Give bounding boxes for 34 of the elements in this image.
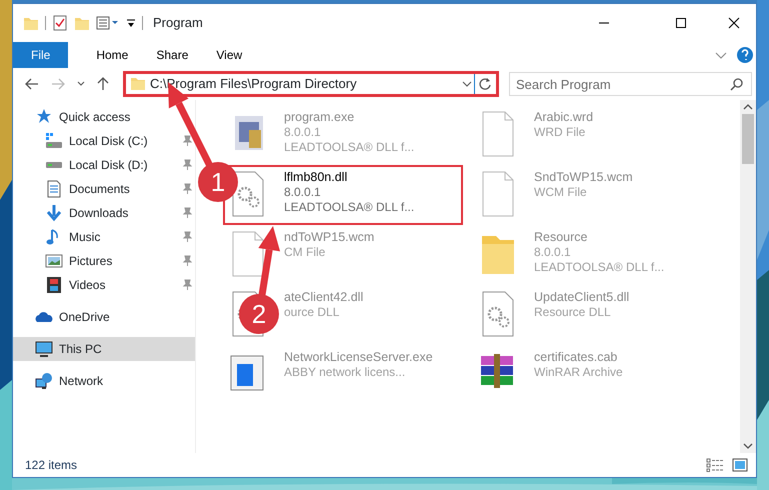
- item-count: 122 items: [25, 457, 78, 474]
- file-detail: CM File: [284, 245, 326, 260]
- nav-item[interactable]: OneDrive: [13, 305, 195, 329]
- file-detail: ource DLL: [284, 305, 340, 320]
- ribbon-tab[interactable]: Share: [142, 42, 202, 68]
- file-detail: LEADTOOLSA® DLL f...: [534, 260, 664, 275]
- file-detail: WinRAR Archive: [534, 365, 623, 380]
- file-detail: 8.0.0.1: [534, 245, 572, 260]
- nav-item[interactable]: Network: [13, 369, 195, 393]
- file-name[interactable]: lflmb80n.dll: [284, 170, 414, 185]
- nav-item[interactable]: Quick access: [13, 105, 195, 129]
- address-path: C:\Program Files\Program Directory: [149, 75, 358, 94]
- nav-item[interactable]: Local Disk (D:): [13, 153, 195, 177]
- file-detail: Resource DLL: [534, 305, 612, 320]
- nav-item[interactable]: Pictures: [13, 249, 195, 273]
- file-detail: 8.0.0.1: [284, 185, 322, 200]
- nav-item[interactable]: Videos: [13, 273, 195, 297]
- ribbon-tab[interactable]: File: [13, 42, 68, 68]
- address-bar[interactable]: C:\Program Files\Program Directory: [123, 71, 499, 97]
- nav-item[interactable]: Music: [13, 225, 195, 249]
- file-detail: ABBY network licens...: [284, 365, 406, 380]
- nav-item[interactable]: Local Disk (C:): [13, 129, 195, 153]
- file-detail: 8.0.0.1: [284, 125, 322, 140]
- file-detail: LEADTOOLSA® DLL f...: [284, 140, 414, 155]
- file-detail: LEADTOOLSA® DLL f...: [284, 200, 414, 215]
- nav-item[interactable]: This PC: [13, 337, 195, 361]
- file-detail: WRD File: [534, 125, 586, 140]
- file-detail: WCM File: [534, 185, 588, 200]
- ribbon-tab[interactable]: Home: [82, 42, 142, 68]
- nav-item[interactable]: Documents: [13, 177, 195, 201]
- nav-item[interactable]: Downloads: [13, 201, 195, 225]
- search-field[interactable]: Search Program: [509, 72, 752, 96]
- ribbon-tab[interactable]: View: [202, 42, 256, 68]
- window-title: Program: [153, 14, 203, 32]
